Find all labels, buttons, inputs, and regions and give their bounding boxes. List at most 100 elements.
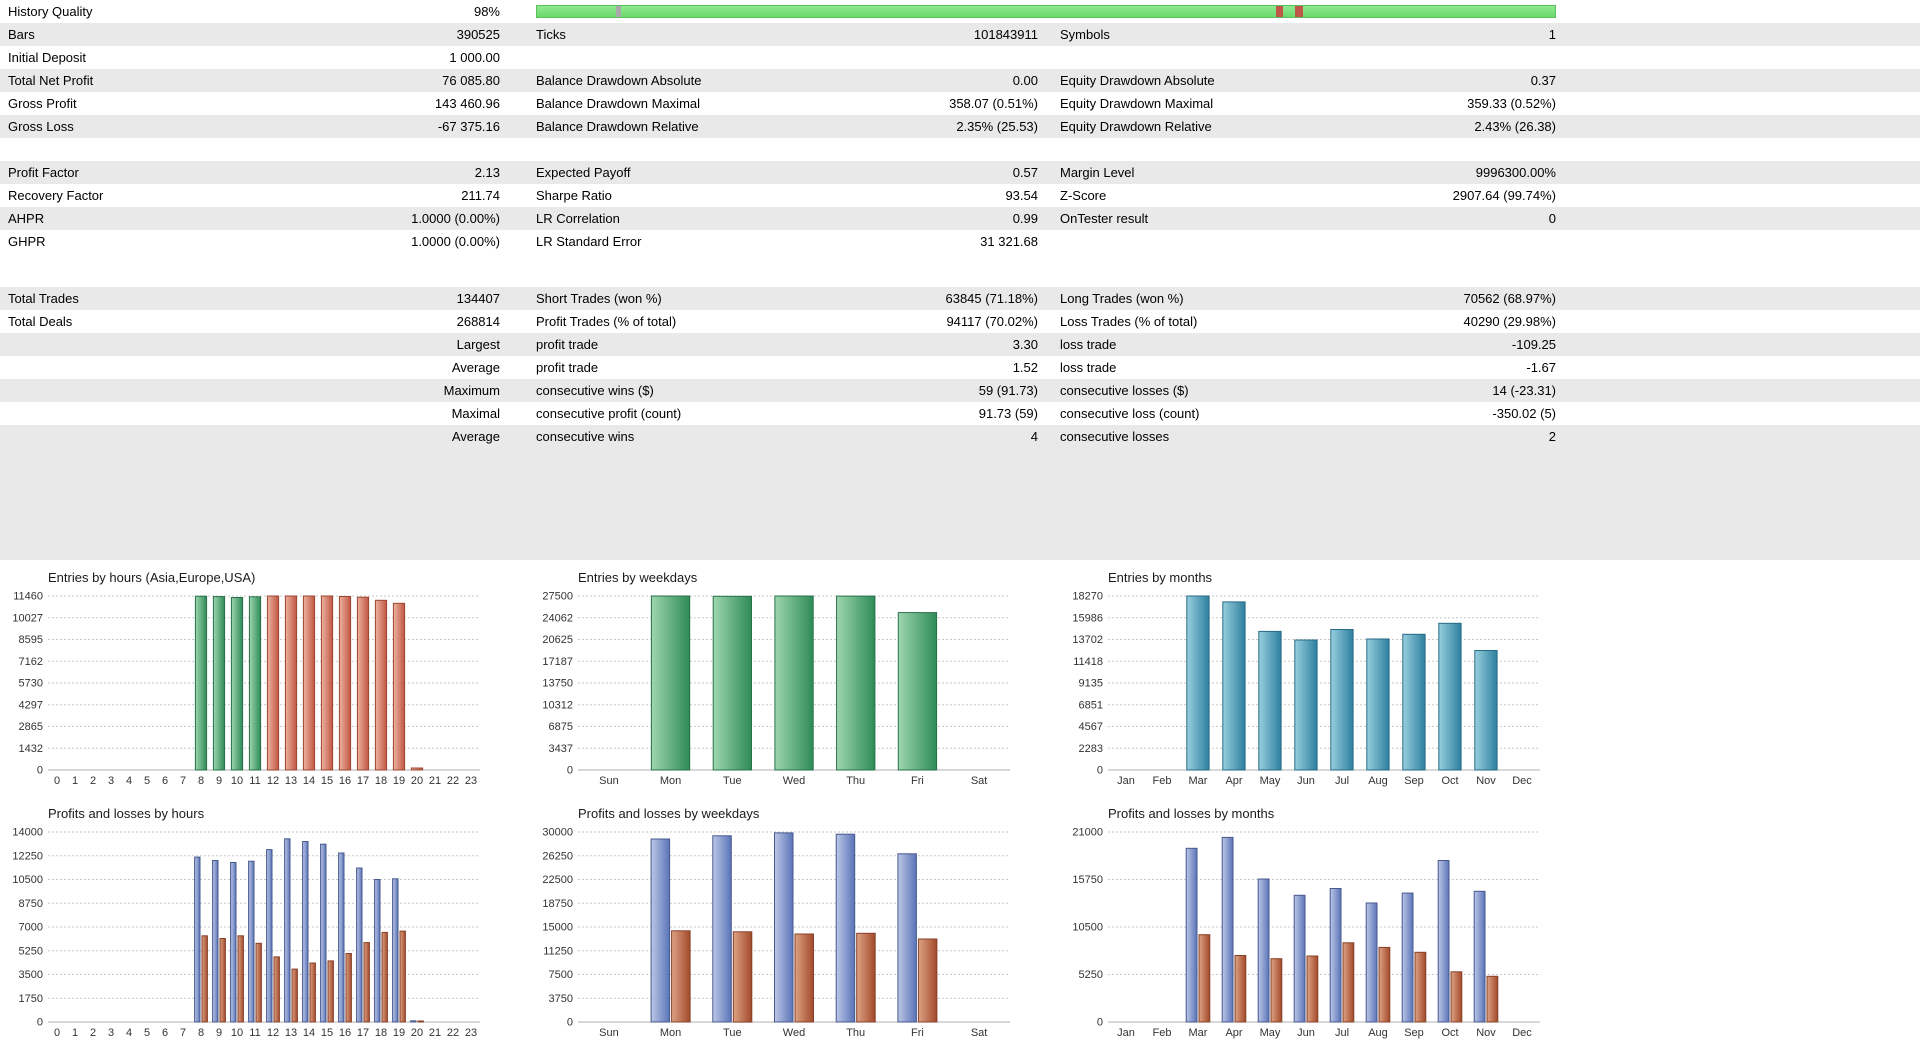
svg-text:0: 0 <box>54 775 60 787</box>
svg-text:19: 19 <box>393 1027 405 1039</box>
stat-value: 390525 <box>456 27 500 42</box>
stat-value: 70562 (68.97%) <box>1463 291 1556 306</box>
svg-text:30000: 30000 <box>542 827 573 839</box>
svg-text:18750: 18750 <box>542 898 573 910</box>
stat-value: 63845 (71.18%) <box>945 291 1038 306</box>
stat-value: -1.67 <box>1526 360 1556 375</box>
svg-text:7162: 7162 <box>19 656 43 668</box>
svg-text:5730: 5730 <box>19 678 43 690</box>
svg-text:3: 3 <box>108 1027 114 1039</box>
chart-svg-entries-by-weekdays: 0 3437 6875 10312 13750 17187 20625 24062 27500 S… <box>542 570 1010 787</box>
svg-text:May: May <box>1260 1027 1281 1039</box>
svg-text:Jul: Jul <box>1335 1027 1349 1039</box>
svg-text:0: 0 <box>567 765 573 777</box>
stat-value: 40290 (29.98%) <box>1463 314 1556 329</box>
svg-text:22: 22 <box>447 1027 459 1039</box>
svg-text:Oct: Oct <box>1441 775 1458 787</box>
svg-text:4: 4 <box>126 775 132 787</box>
svg-text:2865: 2865 <box>19 721 43 733</box>
svg-text:Nov: Nov <box>1476 1027 1496 1039</box>
table-row: Average consecutive wins 4 consecutive loss… <box>0 425 1920 448</box>
svg-text:13: 13 <box>285 775 297 787</box>
stat-value: 2907.64 (99.74%) <box>1452 188 1556 203</box>
chart-title: Profits and losses by hours <box>48 806 205 821</box>
svg-text:10500: 10500 <box>12 874 43 886</box>
stat-label: Equity Drawdown Maximal <box>1060 96 1214 111</box>
svg-text:15986: 15986 <box>1072 612 1103 624</box>
stat-value: 1 <box>1548 27 1556 42</box>
svg-text:14000: 14000 <box>12 827 43 839</box>
history-bar-segment <box>1276 6 1284 17</box>
svg-text:14: 14 <box>303 775 315 787</box>
svg-text:0: 0 <box>567 1017 573 1029</box>
svg-text:7: 7 <box>180 1027 186 1039</box>
svg-text:8: 8 <box>198 1027 204 1039</box>
charts-grid: 0 1432 2865 4297 5730 7162 8595 10027 11460 0 1 2 3 4… <box>0 560 1920 1050</box>
svg-text:5250: 5250 <box>1079 969 1103 981</box>
svg-text:Jun: Jun <box>1297 1027 1315 1039</box>
stat-label: Sharpe Ratio <box>536 188 612 203</box>
stat-label: profit trade <box>536 337 599 352</box>
stat-value: 211.74 <box>461 188 500 203</box>
chart-pl-by-hours: 0 1750 3500 5250 7000 8750 10500 12250 14000 0 1 2 3… <box>0 802 530 1050</box>
svg-text:10027: 10027 <box>12 612 43 624</box>
svg-text:26250: 26250 <box>542 850 573 862</box>
svg-text:Dec: Dec <box>1512 1027 1532 1039</box>
stat-value: 98% <box>473 4 500 19</box>
stat-value: 2.43% (26.38) <box>1474 119 1556 134</box>
svg-text:12: 12 <box>267 775 279 787</box>
stat-label: Gross Loss <box>8 119 74 134</box>
chart-svg-pl-by-weekdays: 0 3750 7500 11250 15000 18750 22500 26250 30000 S… <box>542 806 1010 1039</box>
stat-value: Maximum <box>443 383 500 398</box>
stat-label: profit trade <box>536 360 599 375</box>
svg-text:7: 7 <box>180 775 186 787</box>
stat-value: 1.52 <box>1012 360 1038 375</box>
stat-value: 1.0000 (0.00%) <box>411 234 500 249</box>
stat-value: 9996300.00% <box>1475 165 1556 180</box>
chart-pl-by-months: 0 5250 10500 15750 21000 Jan Feb Mar Apr May Jun Ju… <box>1060 802 1590 1050</box>
table-section-gap <box>0 253 1920 287</box>
svg-text:6851: 6851 <box>1079 699 1103 711</box>
stat-label: Ticks <box>536 27 566 42</box>
chart-title: Entries by hours (Asia,Europe,USA) <box>48 570 255 585</box>
svg-text:Tue: Tue <box>723 775 742 787</box>
stat-label: consecutive losses <box>1060 429 1170 444</box>
svg-text:10500: 10500 <box>1072 922 1103 934</box>
table-row: Average profit trade 1.52 loss trade -1.67 <box>0 356 1920 379</box>
svg-text:Fri: Fri <box>911 1027 924 1039</box>
svg-text:8595: 8595 <box>19 634 43 646</box>
stat-value: 0 <box>1548 211 1556 226</box>
svg-text:1: 1 <box>72 775 78 787</box>
svg-text:0: 0 <box>37 765 43 777</box>
table-row: Profit Factor 2.13 Expected Payoff 0.57 Marg… <box>0 161 1920 184</box>
svg-text:7000: 7000 <box>19 922 43 934</box>
svg-text:10: 10 <box>231 775 243 787</box>
stat-label: Profit Trades (% of total) <box>536 314 677 329</box>
stat-value: Maximal <box>451 406 500 421</box>
stat-label: Long Trades (won %) <box>1060 291 1184 306</box>
stat-label: consecutive profit (count) <box>536 406 682 421</box>
stat-value: -350.02 (5) <box>1492 406 1556 421</box>
svg-text:4297: 4297 <box>19 699 43 711</box>
svg-text:Sep: Sep <box>1404 1027 1424 1039</box>
svg-text:Wed: Wed <box>783 775 805 787</box>
stat-value: 93.54 <box>1005 188 1038 203</box>
statistics-table: History Quality 98% Bars 390525 Ticks 1018439… <box>0 0 1920 448</box>
svg-text:12: 12 <box>267 1027 279 1039</box>
stat-value: 94117 (70.02%) <box>946 314 1038 329</box>
table-row: Gross Profit 143 460.96 Balance Drawdown M… <box>0 92 1920 115</box>
svg-text:11: 11 <box>249 1027 260 1039</box>
table-row: Initial Deposit 1 000.00 <box>0 46 1920 69</box>
chart-title: Profits and losses by months <box>1108 806 1275 821</box>
svg-text:Apr: Apr <box>1225 1027 1242 1039</box>
svg-text:16: 16 <box>339 775 351 787</box>
svg-text:5: 5 <box>144 1027 150 1039</box>
svg-text:16: 16 <box>339 1027 351 1039</box>
svg-text:3: 3 <box>108 775 114 787</box>
svg-text:11418: 11418 <box>1073 656 1103 668</box>
svg-text:4567: 4567 <box>1079 721 1103 733</box>
svg-text:9135: 9135 <box>1079 678 1103 690</box>
svg-text:24062: 24062 <box>542 612 573 624</box>
table-charts-spacer <box>0 448 1920 560</box>
svg-text:11: 11 <box>249 775 260 787</box>
